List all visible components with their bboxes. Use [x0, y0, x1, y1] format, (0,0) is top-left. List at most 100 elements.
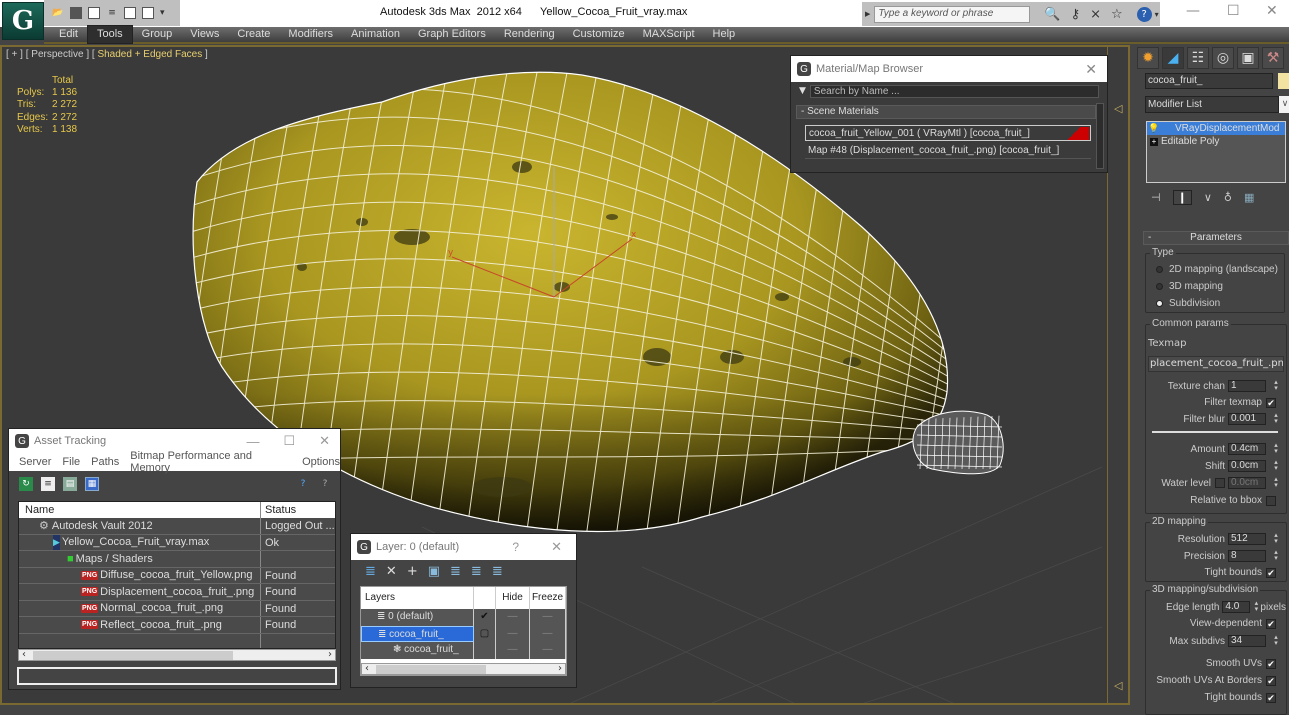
menu-file[interactable]: File	[62, 456, 80, 468]
resolution-input[interactable]: 512	[1228, 533, 1266, 545]
horizontal-scrollbar[interactable]: ‹ ›	[18, 649, 336, 661]
close-button[interactable]: ✕	[551, 539, 562, 555]
expand-icon[interactable]: ▶	[865, 10, 870, 18]
remove-modifier-icon[interactable]: ♁	[1224, 191, 1232, 204]
spinner[interactable]: ▴ ▾	[1272, 532, 1280, 545]
expand-plus-icon[interactable]: +	[1150, 137, 1158, 146]
table-row[interactable]: ⚙ Autodesk Vault 2012 Logged Out ...	[19, 518, 335, 535]
options-triangle-icon[interactable]: ▼	[799, 86, 806, 96]
horizontal-scrollbar[interactable]: ‹ ›	[361, 663, 566, 675]
layer-name-cell[interactable]: ≣ 0 (default)	[361, 609, 474, 626]
thumbnail-view-icon[interactable]: ▤	[63, 477, 77, 491]
menu-rendering[interactable]: Rendering	[495, 26, 564, 43]
asset-status-field[interactable]	[17, 667, 337, 685]
rollout-header[interactable]: - Parameters	[1143, 231, 1289, 245]
select-layer-icon[interactable]: ≣	[450, 564, 461, 579]
menu-help[interactable]: Help	[704, 26, 745, 43]
radio-dot[interactable]	[1156, 300, 1163, 307]
scene-materials-group[interactable]: - Scene Materials	[796, 105, 1096, 119]
context-help-icon[interactable]: ?	[318, 477, 332, 491]
current-layer-toggle[interactable]	[474, 642, 496, 659]
table-row[interactable]: ■ Maps / Shaders	[19, 551, 335, 568]
current-layer-toggle[interactable]: ✔	[474, 609, 496, 626]
stack-item-editable-poly[interactable]: + Editable Poly	[1147, 135, 1285, 148]
configure-sets-icon[interactable]: ▦	[1244, 191, 1254, 204]
radio-2d-mapping[interactable]: 2D mapping (landscape)	[1156, 264, 1278, 275]
radio-dot[interactable]	[1156, 266, 1163, 273]
max-subdivs-input[interactable]: 34	[1228, 635, 1266, 647]
hide-toggle[interactable]: —	[496, 625, 530, 642]
show-end-result-icon[interactable]: ❙	[1172, 189, 1192, 205]
material-item[interactable]: cocoa_fruit_Yellow_001 ( VRayMtl ) [coco…	[805, 125, 1091, 141]
menu-create[interactable]: Create	[228, 26, 279, 43]
close-button[interactable]: ✕	[1266, 3, 1278, 19]
freeze-toggle[interactable]: —	[530, 642, 566, 659]
shading-mode[interactable]: Shaded + Edged Faces	[97, 49, 202, 60]
hide-toggle[interactable]: —	[496, 642, 530, 659]
viewport-name[interactable]: [ + ] [ Perspective ] [	[6, 49, 97, 60]
layer-row[interactable]: ≣ 0 (default) ✔ — —	[361, 609, 566, 626]
utilities-tab-icon[interactable]: ⚒	[1262, 47, 1284, 69]
modifier-list-dropdown[interactable]: Modifier List	[1145, 96, 1279, 113]
close-button[interactable]: ✕	[319, 433, 330, 449]
spinner[interactable]: ▴ ▾	[1252, 600, 1260, 613]
texture-chan-input[interactable]: 1	[1228, 380, 1266, 392]
list-view-icon[interactable]: ≡	[41, 477, 55, 491]
vertical-scrollbar[interactable]	[1096, 103, 1104, 169]
keyword-search-input[interactable]: Type a keyword or phrase	[874, 5, 1031, 23]
table-row[interactable]: PNG Normal_cocoa_fruit_.png Found	[19, 600, 335, 617]
spinner[interactable]: ▴ ▾	[1272, 476, 1280, 489]
menu-server[interactable]: Server	[19, 456, 51, 468]
undo-icon[interactable]	[124, 7, 136, 19]
help-dropdown-icon[interactable]: ▾	[1155, 10, 1159, 19]
amount-input[interactable]: 0.4cm	[1228, 443, 1266, 455]
layer-name-cell[interactable]: ❃ cocoa_fruit_	[361, 642, 474, 659]
hide-unhide-all-icon[interactable]: ≣	[492, 564, 503, 579]
lightbulb-icon[interactable]: 💡	[1147, 122, 1161, 135]
object-color-swatch[interactable]	[1278, 73, 1289, 89]
collapse-arrow-icon[interactable]: ◁	[1114, 102, 1122, 115]
redo-icon[interactable]	[142, 7, 154, 19]
filter-texmap-checkbox[interactable]: ✔	[1266, 397, 1276, 408]
menu-edit[interactable]: Edit	[50, 26, 87, 43]
edge-length-input[interactable]: 4.0	[1222, 601, 1251, 613]
object-name-input[interactable]: cocoa_fruit_	[1145, 73, 1273, 89]
column-layers[interactable]: Layers	[361, 587, 474, 609]
display-tab-icon[interactable]: ▣	[1237, 47, 1259, 69]
menu-options[interactable]: Options	[302, 456, 340, 468]
help-icon[interactable]: ?	[296, 477, 310, 491]
spinner[interactable]: ▴ ▾	[1272, 379, 1280, 392]
table-view-icon[interactable]: ▦	[85, 477, 99, 491]
table-row[interactable]: PNG Displacement_cocoa_fruit_.png Found	[19, 584, 335, 601]
add-to-layer-icon[interactable]: +	[407, 564, 418, 579]
smooth-uvs-borders-checkbox[interactable]: ✔	[1266, 675, 1276, 686]
freeze-toggle[interactable]: —	[530, 609, 566, 626]
modify-tab-icon[interactable]: ◢	[1162, 47, 1184, 69]
spinner[interactable]: ▴ ▾	[1272, 549, 1280, 562]
stack-item-vray-displacement[interactable]: 💡 VRayDisplacementMod	[1147, 122, 1285, 135]
minimize-button[interactable]: —	[246, 434, 259, 449]
current-layer-toggle[interactable]: ▢	[474, 625, 496, 642]
collapse-arrow-icon[interactable]: ◁	[1114, 679, 1122, 692]
chevron-down-icon[interactable]: ∨	[1279, 96, 1289, 113]
create-tab-icon[interactable]: ✹	[1137, 47, 1159, 69]
app-logo-button[interactable]: G	[2, 2, 44, 40]
viewport-label[interactable]: [ + ] [ Perspective ] [ Shaded + Edged F…	[6, 49, 208, 60]
help-icon[interactable]: ?	[1136, 6, 1152, 22]
help-button[interactable]: ?	[512, 540, 519, 554]
satellite-icon[interactable]: ⨯	[1090, 7, 1101, 22]
precision-input[interactable]: 8	[1228, 550, 1266, 562]
menu-customize[interactable]: Customize	[564, 26, 634, 43]
freeze-toggle[interactable]: —	[530, 625, 566, 642]
smooth-uvs-checkbox[interactable]: ✔	[1266, 658, 1276, 669]
shift-input[interactable]: 0.0cm	[1228, 460, 1266, 472]
table-row[interactable]: PNG Reflect_cocoa_fruit_.png Found	[19, 617, 335, 634]
column-freeze[interactable]: Freeze	[530, 587, 566, 609]
minimize-button[interactable]: —	[1186, 3, 1200, 19]
table-row[interactable]: ▶ Yellow_Cocoa_Fruit_vray.max Ok	[19, 534, 335, 551]
table-row[interactable]: PNG Diffuse_cocoa_fruit_Yellow.png Found	[19, 567, 335, 584]
column-hide[interactable]: Hide	[496, 587, 530, 609]
set-current-layer-icon[interactable]: ≣	[471, 564, 482, 579]
create-layer-icon[interactable]: ≣	[365, 564, 376, 579]
hold-icon[interactable]: ≡	[106, 7, 118, 19]
